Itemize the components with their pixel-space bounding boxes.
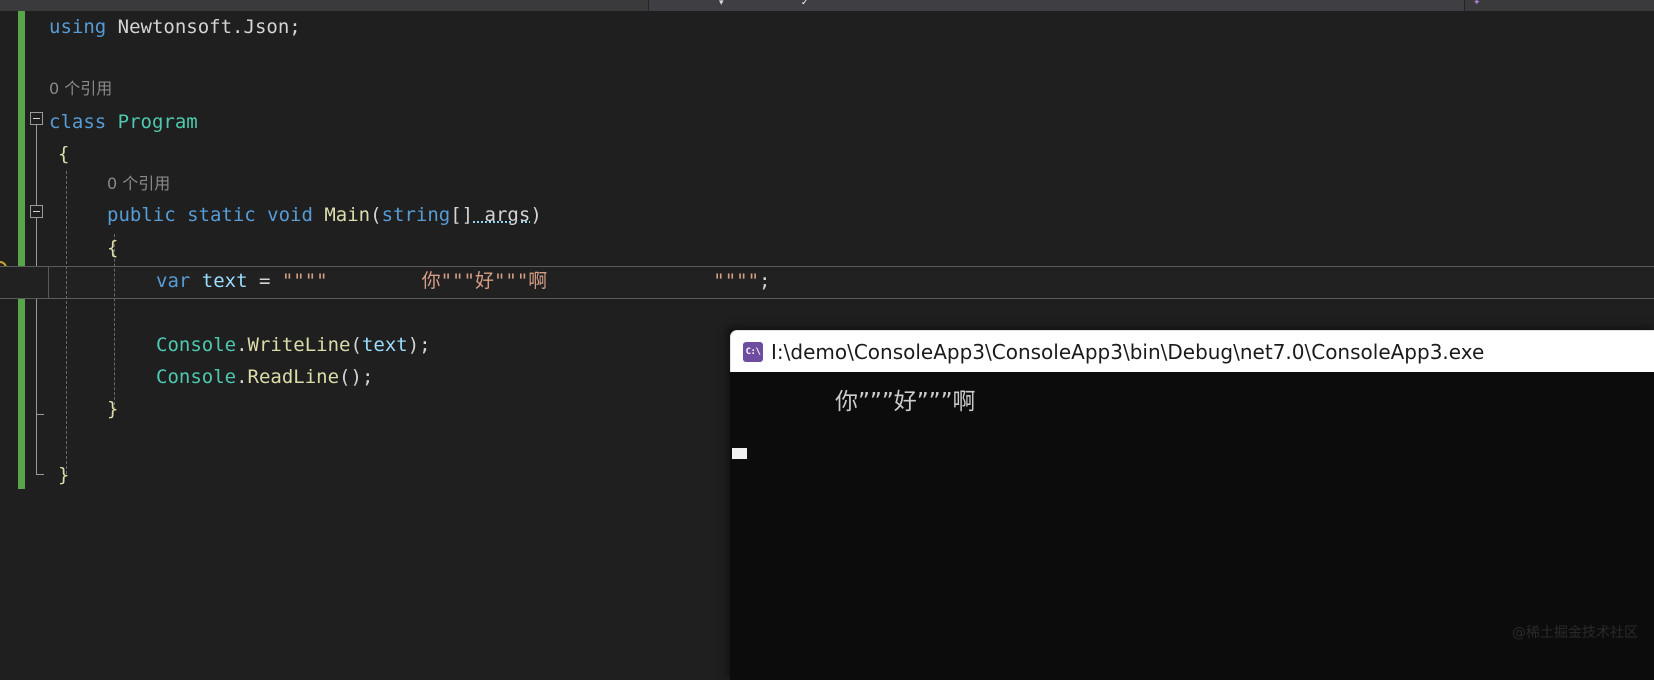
token-variable-text: text [190, 270, 247, 292]
console-app-icon: C:\ [743, 342, 763, 362]
toolbar-segment-center[interactable]: ▾ ✓ [649, 0, 1465, 11]
token-paren-close-1: ) [408, 334, 419, 356]
token-open-brace-method: { [107, 237, 118, 259]
token-using-namespace: Newtonsoft [106, 16, 232, 38]
token-arg-text: text [362, 334, 408, 356]
code-line-method-signature[interactable]: public static void Main(string[] args) [107, 199, 542, 231]
fold-toggle-method-icon[interactable] [30, 205, 43, 218]
codelens-class-references[interactable]: 0 个引用 [49, 73, 112, 105]
token-parens-2: () [339, 366, 362, 388]
token-paren-open: ( [370, 204, 381, 226]
fold-foot-class [36, 474, 44, 475]
code-line-using[interactable]: using Newtonsoft.Json; [49, 11, 301, 43]
code-line-raw-string-literal[interactable]: var text = """"你"""好"""啊""""; [156, 265, 770, 297]
token-writeline-method: WriteLine [248, 334, 351, 356]
check-icon[interactable]: ✓ [801, 0, 809, 9]
token-public-keyword: public [107, 204, 176, 226]
token-close-brace-method: } [107, 398, 118, 420]
screenshot-root: ▾ ✓ ✦ [0, 0, 1654, 680]
token-dot-1: . [236, 334, 247, 356]
console-window[interactable]: C:\ I:\demo\ConsoleApp3\ConsoleApp3\bin\… [730, 330, 1654, 680]
code-line-console-writeline[interactable]: Console.WriteLine(text); [156, 329, 431, 361]
code-line-close-brace-class[interactable]: } [58, 459, 69, 491]
token-console-class-1: Console [156, 334, 236, 356]
console-output-area[interactable]: 你”””好”””啊 @稀土掘金技术社区 [730, 372, 1654, 680]
token-semicolon-2: ; [362, 366, 373, 388]
toolbar-segment-right[interactable]: ✦ [1465, 0, 1654, 11]
console-icon-label: C:\ [746, 347, 761, 357]
token-param-name-args: args [473, 204, 530, 226]
watermark-text: @稀土掘金技术社区 [1512, 622, 1638, 642]
outlining-margin[interactable] [27, 11, 49, 680]
code-line-console-readline[interactable]: Console.ReadLine(); [156, 361, 373, 393]
code-line-close-brace-method[interactable]: } [107, 393, 118, 425]
token-console-class-2: Console [156, 366, 236, 388]
codelens-method-references[interactable]: 0 个引用 [107, 168, 170, 200]
token-raw-string-open-quotes: """" [282, 270, 328, 292]
token-semicolon-1: ; [419, 334, 430, 356]
indent-guide-1 [66, 171, 67, 474]
token-using-keyword: using [49, 16, 106, 38]
token-paren-close: ) [530, 204, 541, 226]
code-line-class-decl[interactable]: class Program [49, 106, 198, 138]
token-param-type-string: string [382, 204, 451, 226]
fold-line-method [36, 218, 37, 414]
fold-toggle-class-icon[interactable] [30, 112, 43, 125]
token-method-name-main: Main [313, 204, 370, 226]
console-text-cursor [732, 448, 747, 459]
ide-toolbar-strip: ▾ ✓ ✦ [0, 0, 1654, 11]
chevron-down-icon[interactable]: ▾ [719, 0, 724, 9]
token-close-brace-class: } [58, 464, 69, 486]
fold-line-class [36, 125, 37, 212]
token-raw-string-close-quotes: """" [547, 270, 759, 292]
token-var-keyword: var [156, 270, 190, 292]
token-dot-2: . [236, 366, 247, 388]
token-assign-operator: = [248, 270, 282, 292]
token-readline-method: ReadLine [248, 366, 340, 388]
console-title-bar[interactable]: C:\ I:\demo\ConsoleApp3\ConsoleApp3\bin\… [730, 330, 1654, 372]
change-tracking-bar [18, 11, 25, 489]
token-class-name: Program [106, 111, 198, 133]
token-class-keyword: class [49, 111, 106, 133]
token-param-brackets: [] [450, 204, 473, 226]
fold-foot-method [36, 414, 44, 415]
toolbar-segment-left [0, 0, 649, 11]
token-raw-string-content: 你"""好"""啊 [328, 270, 548, 292]
token-using-json: Json [244, 16, 290, 38]
token-static-keyword: static [176, 204, 256, 226]
code-line-open-brace-class[interactable]: { [58, 138, 69, 170]
breakpoint-margin[interactable] [0, 11, 18, 680]
sparkle-icon[interactable]: ✦ [1473, 0, 1481, 9]
token-void-keyword: void [256, 204, 313, 226]
token-using-dot: . [232, 16, 243, 38]
code-line-open-brace-method[interactable]: { [107, 232, 118, 264]
token-statement-semicolon: ; [759, 270, 770, 292]
token-using-semicolon: ; [289, 16, 300, 38]
token-paren-open-1: ( [350, 334, 361, 356]
fold-line-class-tail [36, 414, 37, 474]
console-output-line: 你”””好”””啊 [835, 382, 976, 416]
console-title-text: I:\demo\ConsoleApp3\ConsoleApp3\bin\Debu… [771, 340, 1484, 364]
token-open-brace-class: { [58, 143, 69, 165]
